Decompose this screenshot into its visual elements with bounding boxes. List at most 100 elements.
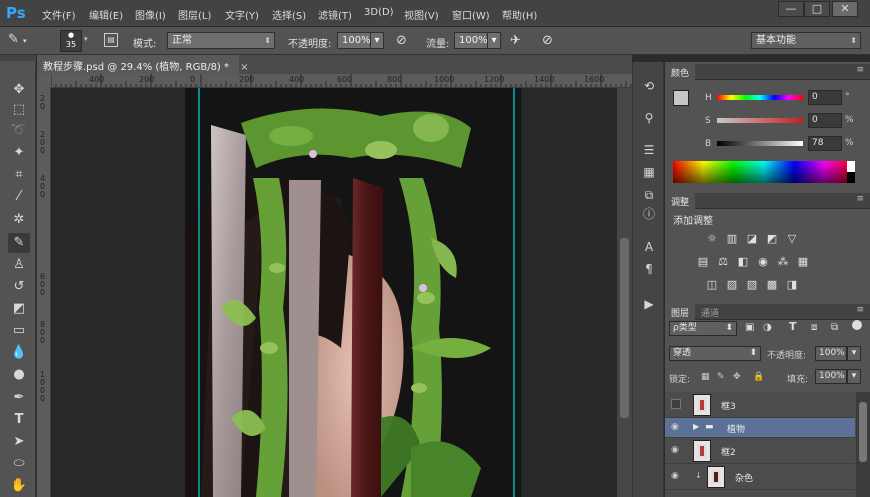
gradient-map-icon[interactable]: ▩ [764, 278, 780, 292]
black-white-icon[interactable]: ◧ [735, 255, 751, 269]
canvas-area[interactable] [51, 88, 632, 497]
lock-transparent-icon[interactable]: ▦ [701, 372, 710, 382]
lock-image-icon[interactable]: ✎ [717, 372, 725, 382]
layer-row-selected[interactable]: ◉ ▶ ▬ 植物 [665, 418, 855, 438]
layer-opacity-input[interactable]: 100% [815, 346, 847, 361]
filter-toggle[interactable] [852, 320, 862, 330]
exposure-icon[interactable]: ◩ [764, 232, 780, 246]
tab-layers[interactable]: 图层 [665, 304, 696, 320]
mode-select[interactable]: 正常 ⬍ [167, 32, 275, 49]
paragraph-panel-icon[interactable]: ¶ [639, 259, 659, 279]
opacity-input[interactable]: 100% [337, 32, 371, 49]
lock-all-icon[interactable]: 🔒 [753, 372, 764, 382]
menu-help[interactable]: 帮助(H) [502, 7, 537, 22]
filter-pixel-icon[interactable]: ▣ [745, 322, 754, 333]
layers-scrollbar[interactable] [856, 392, 870, 497]
brush-size-dropdown-icon[interactable]: ▾ [84, 35, 88, 43]
saturation-slider[interactable] [717, 118, 803, 123]
clone-stamp-tool-icon[interactable]: ♙ [8, 255, 30, 275]
menu-edit[interactable]: 编辑(E) [89, 7, 123, 22]
curves-icon[interactable]: ◪ [744, 232, 760, 246]
move-tool-icon[interactable]: ✥ [8, 80, 30, 100]
fill-dropdown-icon[interactable]: ▾ [847, 369, 861, 384]
vibrance-icon[interactable]: ▽ [784, 232, 800, 246]
menu-type[interactable]: 文字(Y) [225, 7, 259, 22]
path-selection-tool-icon[interactable]: ➤ [8, 432, 30, 452]
photo-filter-icon[interactable]: ◉ [755, 255, 771, 269]
blend-mode-select[interactable]: 穿透 ⬍ [669, 346, 761, 361]
layer-name[interactable]: 杂色 [735, 471, 753, 484]
menu-layer[interactable]: 图层(L) [178, 7, 211, 22]
brush-panel-toggle-icon[interactable]: ▤ [104, 33, 118, 47]
hue-input[interactable]: 0 [808, 90, 842, 105]
posterize-icon[interactable]: ▨ [724, 278, 740, 292]
toolbar-grip[interactable] [0, 55, 36, 61]
lasso-tool-icon[interactable]: ➰ [8, 121, 30, 141]
menu-3d[interactable]: 3D(D) [364, 7, 394, 18]
filter-shape-icon[interactable]: ⧈ [811, 322, 817, 333]
tab-color[interactable]: 颜色 [665, 64, 696, 80]
opacity-dropdown-icon[interactable]: ▾ [370, 32, 384, 49]
crop-tool-icon[interactable]: ⌗ [8, 165, 30, 185]
tab-channels[interactable]: 通道 [695, 304, 725, 320]
pen-tool-icon[interactable]: ✒ [8, 388, 30, 408]
menu-filter[interactable]: 滤镜(T) [318, 7, 352, 22]
hue-slider[interactable] [717, 95, 803, 100]
layer-visibility-toggle[interactable] [671, 399, 681, 409]
layers-scrollbar-thumb[interactable] [859, 402, 867, 462]
brush-panel-icon[interactable]: ☰ [639, 140, 659, 160]
saturation-input[interactable]: 0 [808, 113, 842, 128]
vertical-scrollbar[interactable] [617, 88, 632, 497]
filter-type-icon[interactable]: T [789, 320, 797, 333]
layer-row[interactable]: ◉ 框2 [665, 438, 855, 464]
dodge-tool-icon[interactable]: ● [8, 365, 30, 385]
healing-brush-tool-icon[interactable]: ✲ [8, 210, 30, 230]
fill-input[interactable]: 100% [815, 369, 847, 384]
layer-name[interactable]: 框3 [721, 399, 736, 412]
type-tool-icon[interactable]: T [8, 410, 30, 430]
gradient-tool-icon[interactable]: ▭ [8, 321, 30, 341]
clone-source-icon[interactable]: ⧉ [639, 185, 659, 205]
brush-tool-preset-icon[interactable]: ✎ ▾ [8, 32, 48, 50]
layer-filter-select[interactable]: ρ类型 ⬍ [669, 321, 737, 336]
color-lookup-icon[interactable]: ▦ [795, 255, 811, 269]
menu-window[interactable]: 窗口(W) [452, 7, 490, 22]
eraser-tool-icon[interactable]: ◩ [8, 299, 30, 319]
pressure-size-icon[interactable]: ⊘ [542, 33, 553, 48]
filter-smart-object-icon[interactable]: ⧉ [831, 322, 838, 333]
layer-name[interactable]: 植物 [727, 422, 745, 435]
horizontal-ruler[interactable]: 400 200 0 200 400 600 800 1000 1200 1400… [51, 74, 632, 88]
restore-button[interactable]: □ [804, 1, 830, 17]
menu-select[interactable]: 选择(S) [272, 7, 306, 22]
color-balance-icon[interactable]: ⚖ [715, 255, 731, 269]
brightness-slider[interactable] [717, 141, 803, 146]
eye-icon[interactable]: ◉ [671, 445, 683, 455]
brush-size-picker[interactable]: ● 35 [60, 30, 82, 52]
channel-mixer-icon[interactable]: ⁂ [775, 255, 791, 269]
hue-saturation-icon[interactable]: ▤ [695, 255, 711, 269]
tab-adjustments[interactable]: 调整 [665, 193, 696, 209]
threshold-icon[interactable]: ▧ [744, 278, 760, 292]
airbrush-icon[interactable]: ✈ [510, 33, 521, 48]
hand-tool-icon[interactable]: ✋ [8, 476, 30, 496]
history-brush-tool-icon[interactable]: ↺ [8, 277, 30, 297]
info-panel-icon[interactable]: ⓘ [639, 204, 659, 224]
lock-position-icon[interactable]: ✥ [733, 372, 741, 382]
close-button[interactable]: ✕ [832, 1, 858, 17]
layer-name[interactable]: 框2 [721, 445, 736, 458]
pressure-opacity-icon[interactable]: ⊘ [396, 33, 407, 48]
vertical-ruler[interactable]: 2 0 2 0 0 4 0 0 6 0 0 8 0 0 1 0 0 0 [37, 88, 51, 497]
layer-opacity-dropdown-icon[interactable]: ▾ [847, 346, 861, 361]
minimize-button[interactable]: — [778, 1, 804, 17]
menu-file[interactable]: 文件(F) [42, 7, 76, 22]
vertical-scrollbar-thumb[interactable] [620, 238, 629, 418]
white-swatch[interactable] [847, 161, 855, 172]
menu-view[interactable]: 视图(V) [404, 7, 439, 22]
group-expand-chevron-icon[interactable]: ▶ [693, 422, 699, 431]
eye-icon[interactable]: ◉ [671, 422, 683, 432]
document-tab[interactable]: 教程步骤.psd @ 29.4% (植物, RGB/8) * × [37, 55, 249, 74]
levels-icon[interactable]: ▥ [724, 232, 740, 246]
color-spectrum-ramp[interactable] [673, 161, 855, 183]
filter-adjustment-icon[interactable]: ◑ [763, 322, 772, 333]
panel-menu-icon[interactable]: ≡ [856, 194, 864, 204]
